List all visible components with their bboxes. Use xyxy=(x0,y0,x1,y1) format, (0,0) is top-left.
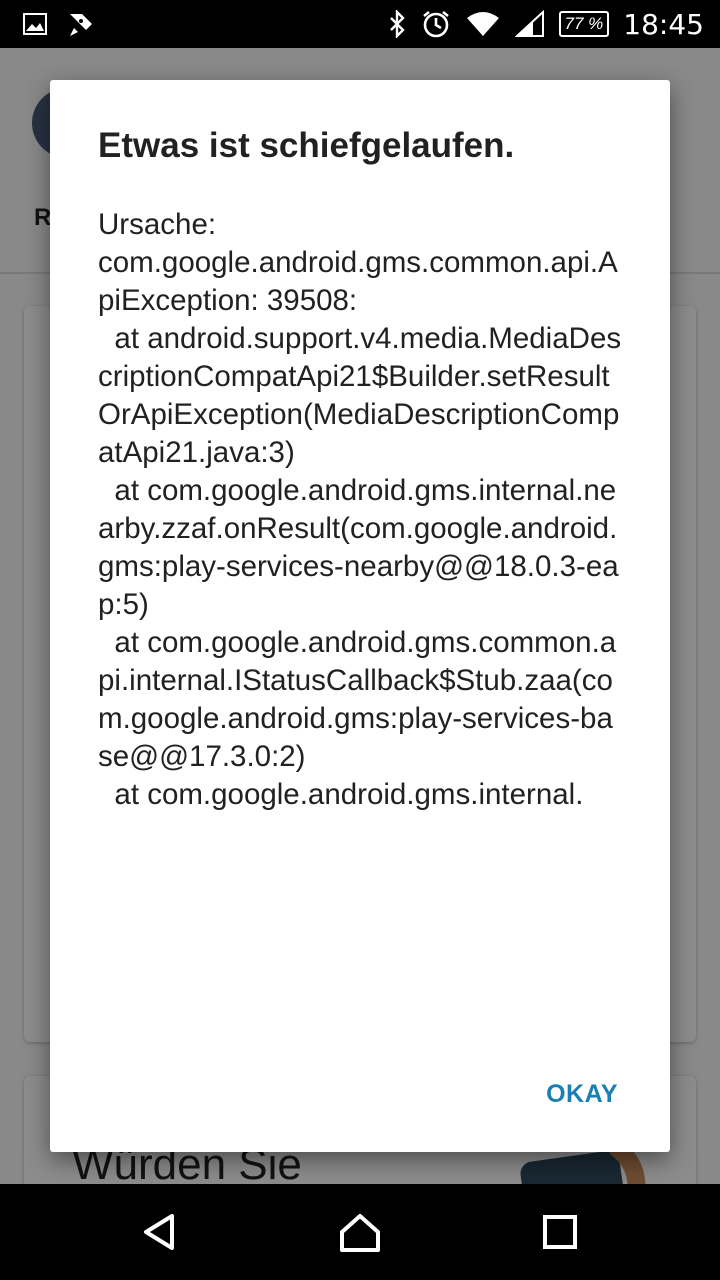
bluetooth-icon xyxy=(389,10,405,38)
recents-icon[interactable] xyxy=(536,1208,584,1256)
signal-icon xyxy=(514,10,544,37)
dialog-title: Etwas ist schiefgelaufen. xyxy=(98,126,515,165)
wifi-icon xyxy=(466,12,499,36)
battery-indicator: 77 % xyxy=(558,11,610,37)
home-icon[interactable] xyxy=(336,1208,384,1256)
status-bar: 77 % 18:45 xyxy=(0,0,720,48)
alarm-icon xyxy=(422,10,449,38)
clock: 18:45 xyxy=(623,7,704,41)
rocket-icon xyxy=(70,14,92,36)
error-dialog: Etwas ist schiefgelaufen. Ursache: com.g… xyxy=(50,80,670,1152)
dialog-message: Ursache: com.google.android.gms.common.a… xyxy=(98,208,622,811)
navigation-bar xyxy=(0,1184,720,1280)
okay-button[interactable]: OKAY xyxy=(546,1080,618,1109)
image-icon xyxy=(23,13,47,35)
back-icon[interactable] xyxy=(136,1208,184,1256)
